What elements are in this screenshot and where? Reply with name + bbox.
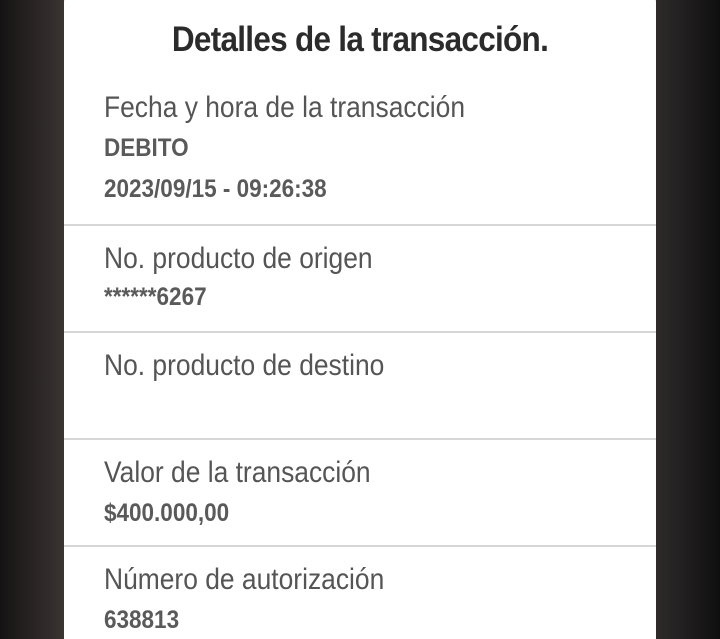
authorization-number-value: 638813 <box>104 606 180 634</box>
row-destination-product: No. producto de destino <box>64 333 656 440</box>
origin-product-label: No. producto de origen <box>104 242 373 275</box>
background-right <box>656 0 720 639</box>
transaction-type-value: DEBITO <box>104 134 189 162</box>
transaction-details-modal: Detalles de la transacción. Fecha y hora… <box>64 0 656 639</box>
authorization-number-label: Número de autorización <box>104 563 385 596</box>
modal-title: Detalles de la transacción. <box>171 20 549 59</box>
row-transaction-datetime: Fecha y hora de la transacción DEBITO 20… <box>64 88 656 226</box>
transaction-amount-label: Valor de la transacción <box>104 456 371 489</box>
background-left <box>0 0 64 639</box>
transaction-datetime-label: Fecha y hora de la transacción <box>104 91 466 124</box>
transaction-amount-value: $400.000,00 <box>104 499 230 527</box>
row-transaction-amount: Valor de la transacción $400.000,00 <box>64 440 656 547</box>
transaction-datetime-value: 2023/09/15 - 09:26:38 <box>104 175 327 203</box>
row-authorization-number: Número de autorización 638813 <box>64 547 656 639</box>
origin-product-value: ******6267 <box>104 283 207 311</box>
row-origin-product: No. producto de origen ******6267 <box>64 226 656 333</box>
destination-product-label: No. producto de destino <box>104 349 385 382</box>
